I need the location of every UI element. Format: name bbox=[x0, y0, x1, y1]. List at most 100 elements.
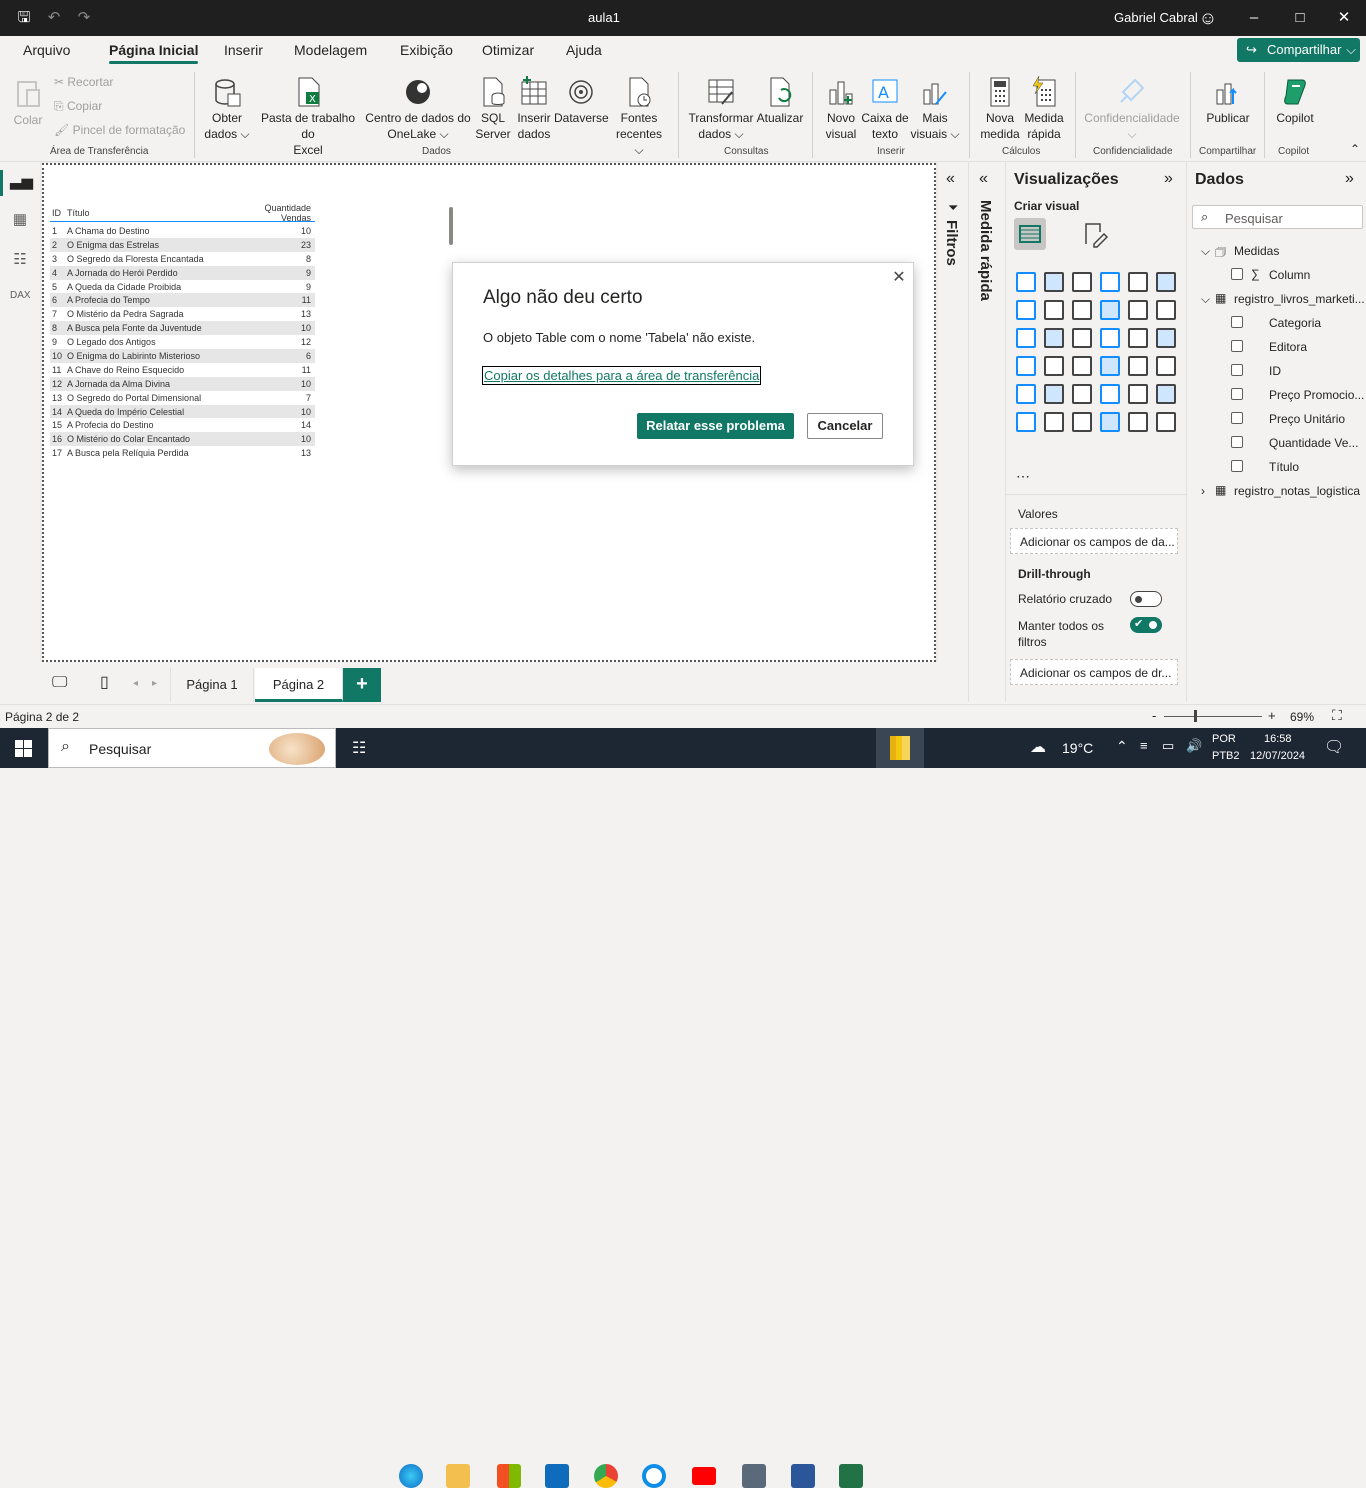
python-visual-icon[interactable] bbox=[1128, 384, 1148, 404]
desktop-layout-icon[interactable]: 🖵 bbox=[52, 674, 67, 692]
table-row[interactable]: 14 A Queda do Império Celestial 10 bbox=[50, 404, 315, 419]
temperature[interactable]: 19°C bbox=[1062, 740, 1093, 756]
fit-to-page-icon[interactable]: ⛶ bbox=[1332, 707, 1342, 724]
qa-icon[interactable] bbox=[1044, 412, 1064, 432]
paginated-icon[interactable] bbox=[1100, 412, 1120, 432]
line-column-icon[interactable] bbox=[1156, 300, 1176, 320]
kpi-icon[interactable] bbox=[1072, 356, 1092, 376]
collapse-visualizations-icon[interactable]: » bbox=[1164, 170, 1173, 188]
menu-arquivo[interactable]: Arquivo bbox=[23, 42, 70, 58]
chrome-icon[interactable] bbox=[594, 1464, 618, 1488]
mobile-layout-icon[interactable]: ▯ bbox=[100, 672, 109, 692]
table-row[interactable]: 1 A Chama do Destino 10 bbox=[50, 224, 315, 238]
clock-time[interactable]: 16:58 bbox=[1264, 733, 1292, 745]
taskbar-search-box[interactable]: ⌕ Pesquisar bbox=[48, 728, 336, 768]
expand-quick-measure-icon[interactable]: « bbox=[979, 170, 988, 188]
logistics-table[interactable]: registro_notas_logistica bbox=[1234, 484, 1360, 498]
table-row[interactable]: 13 O Segredo do Portal Dimensional 7 bbox=[50, 390, 315, 405]
file-explorer-icon[interactable] bbox=[446, 1464, 470, 1488]
quick-measure-button[interactable]: Medida rápida bbox=[1022, 76, 1066, 142]
waterfall-icon[interactable] bbox=[1128, 300, 1148, 320]
user-avatar-icon[interactable]: ☺ bbox=[1198, 8, 1218, 28]
notifications-icon[interactable]: 🗨 bbox=[1324, 737, 1344, 757]
windows-start-icon[interactable] bbox=[15, 740, 32, 757]
youtube-icon[interactable] bbox=[692, 1467, 716, 1485]
close-icon[interactable]: ✕ bbox=[1334, 8, 1354, 28]
collapse-ribbon-icon[interactable]: ⌃ bbox=[1350, 142, 1360, 156]
table-row[interactable]: 10 O Enigma do Labirinto Misterioso 6 bbox=[50, 349, 315, 363]
build-visual-tab[interactable] bbox=[1014, 218, 1046, 250]
table-row[interactable]: 7 O Mistério da Pedra Sagrada 13 bbox=[50, 307, 315, 322]
dax-view-icon[interactable]: DAX bbox=[10, 290, 31, 310]
redo-icon[interactable]: ↷ bbox=[74, 8, 94, 28]
zoom-level[interactable]: 69% bbox=[1290, 710, 1314, 724]
network-icon[interactable]: ≡ bbox=[1140, 738, 1148, 753]
dataverse-button[interactable]: Dataverse bbox=[554, 76, 609, 126]
treemap-icon[interactable] bbox=[1156, 328, 1176, 348]
donut-icon[interactable] bbox=[1128, 328, 1148, 348]
table-row[interactable]: 15 A Profecia do Destino 14 bbox=[50, 418, 315, 433]
filled-map-icon[interactable] bbox=[1128, 356, 1148, 376]
sensitivity-button[interactable]: Confidencialidade ⌵ bbox=[1082, 76, 1182, 142]
sql-server-button[interactable]: SQL Server bbox=[474, 76, 512, 142]
column-header-id[interactable]: ID bbox=[50, 208, 67, 218]
publish-button[interactable]: Publicar bbox=[1200, 76, 1256, 126]
quick-measure-pane[interactable]: « Medida rápida bbox=[968, 162, 1004, 702]
clustered-column-icon[interactable] bbox=[1100, 272, 1120, 292]
report-problem-button[interactable]: Relatar esse problema bbox=[637, 413, 794, 439]
language-1[interactable]: POR bbox=[1212, 733, 1236, 745]
clustered-bar-icon[interactable] bbox=[1072, 272, 1092, 292]
stacked-bar-icon[interactable] bbox=[1016, 272, 1036, 292]
table-row[interactable]: 6 A Profecia do Tempo 11 bbox=[50, 293, 315, 308]
task-view-icon[interactable]: ☷ bbox=[352, 738, 366, 758]
menu-modelagem[interactable]: Modelagem bbox=[294, 42, 367, 58]
filters-pane[interactable]: « ⏷ Filtros bbox=[938, 162, 968, 702]
table-row[interactable]: 17 A Busca pela Relíquia Perdida 13 bbox=[50, 446, 315, 459]
field-item[interactable]: Preço Unitário bbox=[1269, 412, 1345, 426]
keep-filters-toggle[interactable]: ✔ bbox=[1130, 617, 1162, 633]
excel-workbook-button[interactable]: X Pasta de trabalho do Excel bbox=[253, 76, 363, 158]
menu-inserir[interactable]: Inserir bbox=[224, 42, 263, 58]
field-checkbox[interactable] bbox=[1231, 412, 1243, 424]
page-tab-2[interactable]: Página 2 bbox=[255, 668, 343, 702]
drill-through-field-well[interactable]: Adicionar os campos de dr... bbox=[1010, 659, 1178, 685]
measures-table[interactable]: Medidas bbox=[1234, 244, 1279, 258]
language-2[interactable]: PTB2 bbox=[1212, 750, 1240, 762]
field-checkbox[interactable] bbox=[1231, 388, 1243, 400]
mail-icon[interactable] bbox=[545, 1464, 569, 1488]
new-measure-button[interactable]: Nova medida bbox=[978, 76, 1022, 142]
chevron-down-icon[interactable]: ⌵ bbox=[1201, 244, 1210, 259]
user-name[interactable]: Gabriel Cabral bbox=[1114, 10, 1198, 25]
powerbi-taskbar-active[interactable] bbox=[876, 728, 924, 768]
edge-icon[interactable] bbox=[399, 1464, 423, 1488]
recent-sources-button[interactable]: Fontes recentes ⌵ bbox=[610, 76, 668, 158]
menu-pagina-inicial[interactable]: Página Inicial bbox=[109, 42, 199, 64]
line-icon[interactable] bbox=[1016, 300, 1036, 320]
table-row[interactable]: 16 O Mistério do Colar Encantado 10 bbox=[50, 432, 315, 447]
books-table[interactable]: registro_livros_marketi... bbox=[1234, 292, 1365, 306]
column-field[interactable]: Column bbox=[1269, 268, 1310, 282]
copy-button[interactable]: ⎘ Copiar bbox=[54, 99, 102, 114]
table-row[interactable]: 5 A Queda da Cidade Proibida 9 bbox=[50, 279, 315, 294]
menu-otimizar[interactable]: Otimizar bbox=[482, 42, 534, 58]
excel-icon[interactable] bbox=[839, 1464, 863, 1488]
word-icon[interactable] bbox=[791, 1464, 815, 1488]
table-row[interactable]: 2 O Enigma das Estrelas 23 bbox=[50, 237, 315, 252]
field-item[interactable]: Quantidade Ve... bbox=[1269, 436, 1358, 450]
tray-chevron-icon[interactable]: ⌃ bbox=[1116, 738, 1128, 755]
paste-button[interactable]: Colar bbox=[10, 78, 46, 128]
gauge-icon[interactable] bbox=[1044, 356, 1064, 376]
chevron-right-icon[interactable]: › bbox=[1201, 484, 1205, 498]
100-column-icon[interactable] bbox=[1156, 272, 1176, 292]
matrix-icon[interactable] bbox=[1072, 384, 1092, 404]
scroll-left-icon[interactable]: ◂ bbox=[133, 678, 138, 689]
100-bar-icon[interactable] bbox=[1128, 272, 1148, 292]
r-visual-icon[interactable] bbox=[1100, 384, 1120, 404]
more-visuals-button[interactable]: Mais visuais ⌵ bbox=[910, 76, 960, 142]
pie-icon[interactable] bbox=[1100, 328, 1120, 348]
calculator-app-icon[interactable] bbox=[742, 1464, 766, 1488]
column-checkbox[interactable] bbox=[1231, 268, 1243, 280]
funnel-icon[interactable] bbox=[1044, 328, 1064, 348]
get-data-button[interactable]: Obter dados ⌵ bbox=[202, 76, 252, 142]
stacked-column-icon[interactable] bbox=[1044, 272, 1064, 292]
